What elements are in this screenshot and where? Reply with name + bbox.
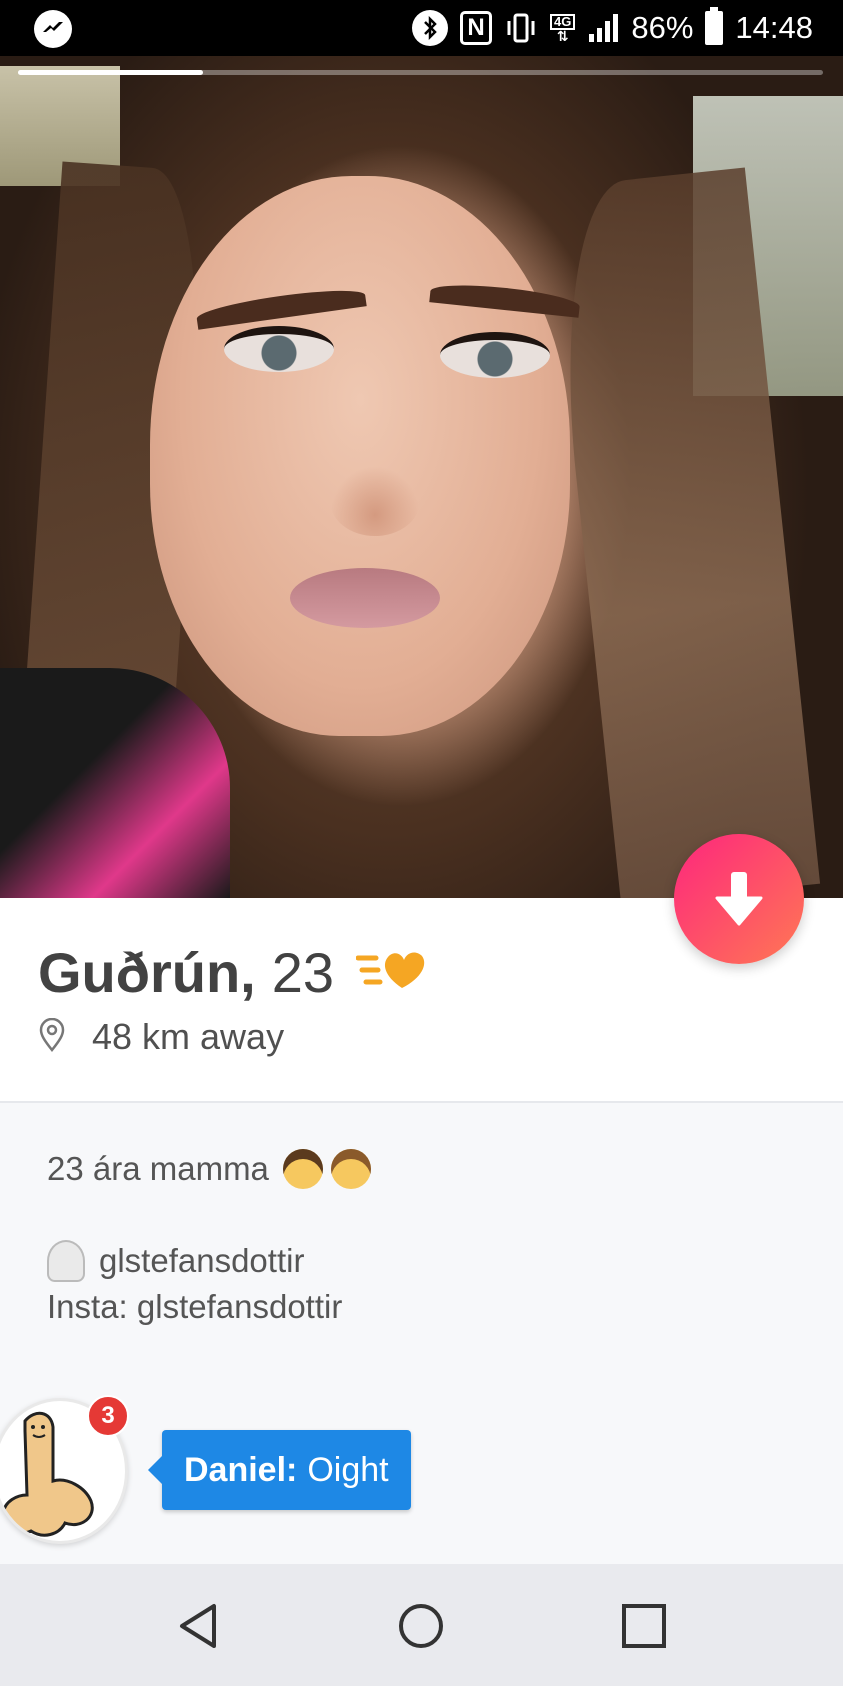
- girl-emoji: [330, 1149, 371, 1189]
- clock: 14:48: [735, 10, 813, 45]
- messenger-icon[interactable]: [34, 10, 72, 48]
- chat-preview-bubble[interactable]: Daniel: Oight: [148, 1430, 411, 1510]
- profile-age: 23: [271, 941, 335, 1004]
- right-eye: [440, 332, 550, 378]
- profile-bio: 23 ára mamma glstefansdottir Insta: glst…: [47, 1146, 371, 1330]
- bio-insta-line: Insta: glstefansdottir: [47, 1284, 371, 1330]
- screen: N 4G ⇅ 86% 14:48 Guðrún, 23 48 km away 2…: [0, 0, 843, 1686]
- ghost-icon: [47, 1240, 85, 1282]
- location-pin-icon: [38, 1017, 66, 1057]
- pink-hoodie: [0, 668, 230, 898]
- bio-text-1: 23 ára mamma: [47, 1150, 269, 1187]
- profile-name: Guðrún,: [38, 941, 256, 1004]
- bio-spacer: [47, 1192, 371, 1238]
- distance-row: 48 km away: [38, 1016, 284, 1058]
- status-icons: N 4G ⇅ 86% 14:48: [412, 0, 813, 56]
- nfc-icon: N: [460, 11, 493, 45]
- status-bar: N 4G ⇅ 86% 14:48: [0, 0, 843, 56]
- arrow-down-icon: [715, 872, 763, 926]
- home-circle-icon[interactable]: [391, 1596, 451, 1656]
- bluetooth-icon: [412, 10, 449, 46]
- 4g-icon: 4G ⇅: [550, 14, 576, 44]
- super-like-heart-icon: [355, 948, 428, 997]
- bio-snapchat-line: glstefansdottir: [47, 1238, 371, 1284]
- name-row: Guðrún, 23: [38, 940, 428, 1005]
- bio-insta: Insta: glstefansdottir: [47, 1288, 343, 1325]
- chat-sender: Daniel:: [184, 1450, 298, 1489]
- profile-distance: 48 km away: [92, 1016, 285, 1057]
- photo-progress-bar: [18, 70, 823, 75]
- woman-emoji: [282, 1149, 323, 1189]
- nose: [330, 466, 420, 536]
- battery-percent: 86%: [631, 10, 694, 45]
- collapse-profile-button[interactable]: [674, 834, 804, 964]
- vibrate-icon: [504, 11, 538, 45]
- signal-icon: [587, 12, 619, 44]
- recents-square-icon[interactable]: [614, 1596, 674, 1656]
- battery-icon: [705, 7, 724, 45]
- left-eye: [224, 326, 334, 372]
- lips: [290, 568, 440, 628]
- bio-snapchat: glstefansdottir: [99, 1242, 305, 1279]
- profile-photo[interactable]: [0, 56, 843, 898]
- data-arrows-icon: ⇅: [556, 28, 569, 44]
- face: [150, 176, 570, 736]
- photo-progress-fill: [18, 70, 204, 75]
- bio-line-1: 23 ára mamma: [47, 1146, 371, 1192]
- back-triangle-icon[interactable]: [170, 1596, 230, 1656]
- unread-badge: 3: [87, 1395, 129, 1437]
- navigation-bar: [0, 1564, 843, 1686]
- chat-message: Oight: [307, 1450, 389, 1489]
